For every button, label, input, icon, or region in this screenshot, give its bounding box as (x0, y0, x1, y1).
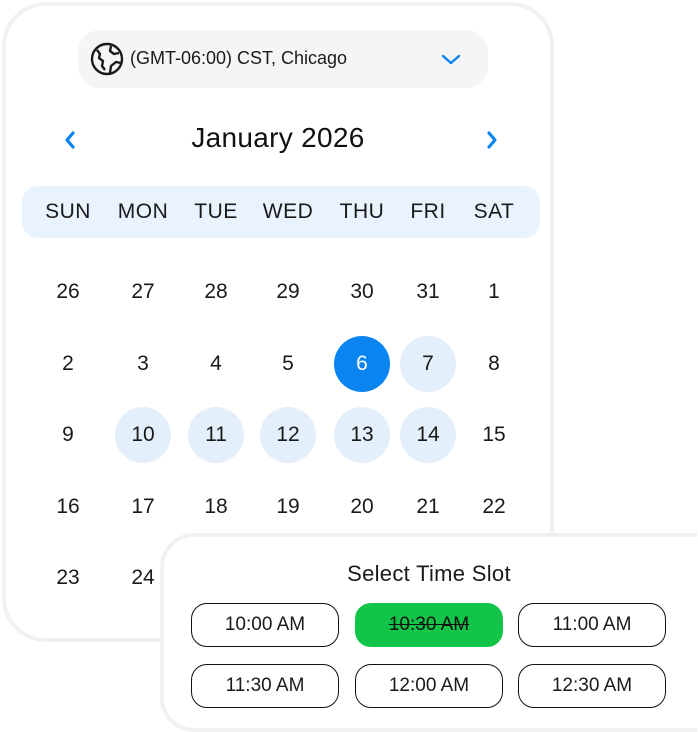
weekday-label: FRI (410, 200, 446, 223)
month-navigation: January 2026 (6, 118, 550, 168)
time-slot-card: Select Time Slot 10:00 AM 10:30 AM 11:00… (160, 533, 697, 732)
weekday-label: SAT (473, 200, 515, 223)
weekday-label: WED (262, 200, 314, 223)
calendar-day[interactable]: 31 (400, 264, 456, 320)
calendar-day-selected[interactable]: 6 (334, 336, 390, 392)
calendar-day-available[interactable]: 12 (260, 407, 316, 463)
weekday-label: TUE (194, 200, 238, 223)
calendar-day[interactable]: 30 (334, 264, 390, 320)
calendar-day[interactable]: 5 (260, 336, 316, 392)
weekday-header: SUN MON TUE WED THU FRI SAT (22, 186, 540, 238)
calendar-day[interactable]: 21 (400, 479, 456, 535)
calendar-day[interactable]: 23 (40, 550, 96, 606)
calendar-day[interactable]: 18 (188, 479, 244, 535)
calendar-day-available[interactable]: 14 (400, 407, 456, 463)
calendar-day[interactable]: 26 (40, 264, 96, 320)
time-slot-button[interactable]: 11:00 AM (518, 603, 666, 647)
timezone-select[interactable]: (GMT-06:00) CST, Chicago (78, 30, 488, 88)
calendar-day[interactable]: 4 (188, 336, 244, 392)
calendar-day[interactable]: 3 (115, 336, 171, 392)
next-month-button[interactable] (478, 126, 506, 154)
calendar-day[interactable]: 1 (466, 264, 522, 320)
calendar-day-available[interactable]: 7 (400, 336, 456, 392)
calendar-day[interactable]: 28 (188, 264, 244, 320)
scheduler-widget: (GMT-06:00) CST, Chicago January 2026 SU… (0, 0, 698, 732)
time-slot-button[interactable]: 12:30 AM (518, 664, 666, 708)
timezone-label: (GMT-06:00) CST, Chicago (130, 48, 348, 68)
globe-icon (90, 42, 124, 76)
time-slot-button[interactable]: 11:30 AM (191, 664, 339, 708)
time-slot-booked[interactable]: 10:30 AM (355, 603, 503, 647)
month-title: January 2026 (191, 122, 365, 153)
weekday-label: THU (339, 200, 385, 223)
calendar-day[interactable]: 22 (466, 479, 522, 535)
calendar-day-available[interactable]: 11 (188, 407, 244, 463)
time-slot-button[interactable]: 12:00 AM (355, 664, 503, 708)
calendar-day[interactable]: 20 (334, 479, 390, 535)
calendar-day[interactable]: 9 (40, 407, 96, 463)
calendar-day[interactable]: 16 (40, 479, 96, 535)
weekday-label: MON (117, 200, 169, 223)
calendar-day-available[interactable]: 13 (334, 407, 390, 463)
chevron-down-icon (441, 54, 461, 65)
time-slot-button[interactable]: 10:00 AM (191, 603, 339, 647)
calendar-day[interactable]: 19 (260, 479, 316, 535)
chevron-right-icon (487, 131, 497, 149)
time-slot-title: Select Time Slot (347, 561, 511, 586)
calendar-day[interactable]: 17 (115, 479, 171, 535)
calendar-day[interactable]: 8 (466, 336, 522, 392)
calendar-day[interactable]: 15 (466, 407, 522, 463)
calendar-day-available[interactable]: 10 (115, 407, 171, 463)
calendar-day[interactable]: 27 (115, 264, 171, 320)
calendar-day[interactable]: 29 (260, 264, 316, 320)
weekday-label: SUN (45, 200, 91, 223)
calendar-day[interactable]: 2 (40, 336, 96, 392)
